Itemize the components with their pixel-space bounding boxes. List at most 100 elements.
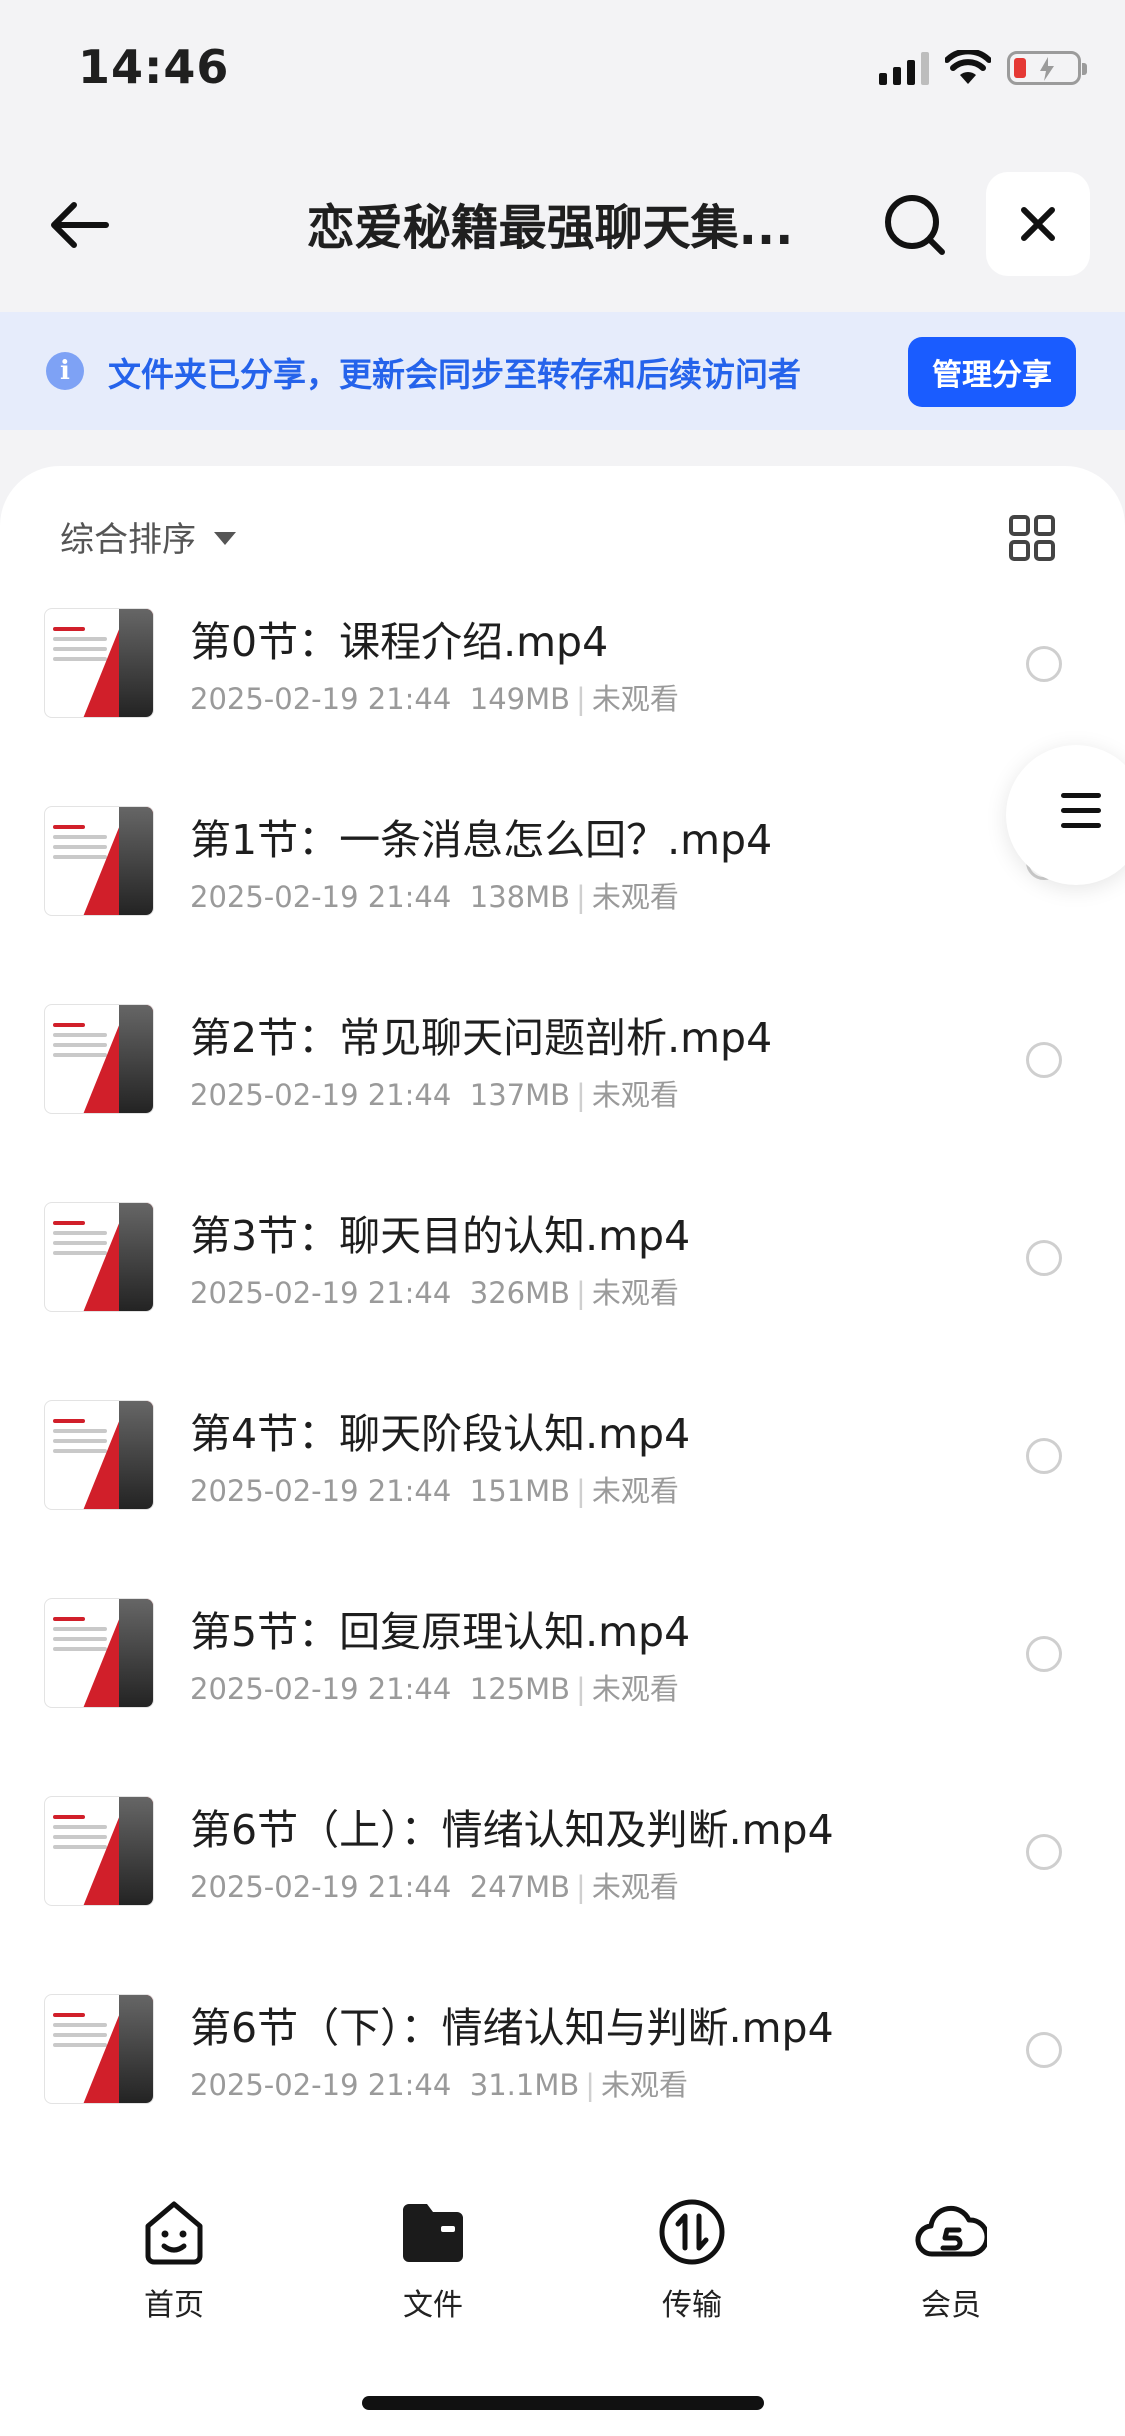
transfer-icon (659, 2199, 725, 2265)
file-meta: 2025-02-19 21:44 137MB | 未观看 (190, 1072, 679, 1114)
file-list-item[interactable]: 第5节：回复原理认知.mp4 2025-02-19 21:44 125MB | 未观看 (0, 1598, 1125, 1796)
file-meta: 2025-02-19 21:44 326MB | 未观看 (190, 1270, 679, 1312)
search-icon[interactable] (882, 192, 948, 258)
file-date: 2025-02-19 21:44 (190, 682, 452, 716)
share-notice-banner: i 文件夹已分享，更新会同步至转存和后续访问者 管理分享 (0, 312, 1125, 430)
watch-status: 未观看 (591, 880, 679, 914)
share-notice-text: 文件夹已分享，更新会同步至转存和后续访问者 (108, 355, 801, 394)
watch-status: 未观看 (591, 1870, 679, 1904)
file-name: 第0节：课程介绍.mp4 (190, 618, 609, 666)
info-icon: i (46, 352, 84, 390)
tab-vip[interactable]: 会员 (871, 2196, 1031, 2324)
file-meta: 2025-02-19 21:44 149MB | 未观看 (190, 676, 679, 718)
battery-icon (1007, 51, 1087, 85)
back-arrow-icon[interactable] (44, 190, 114, 260)
file-size: 151MB (469, 1474, 571, 1508)
video-thumbnail (44, 608, 154, 718)
watch-status: 未观看 (601, 2068, 689, 2102)
watch-status: 未观看 (591, 1276, 679, 1310)
file-name: 第3节：聊天目的认知.mp4 (190, 1212, 691, 1260)
meta-divider: | (576, 682, 586, 716)
file-date: 2025-02-19 21:44 (190, 2068, 452, 2102)
file-list-item[interactable]: 第6节（上）：情绪认知及判断.mp4 2025-02-19 21:44 247MB… (0, 1796, 1125, 1994)
meta-divider: | (576, 1276, 586, 1310)
file-name: 第2节：常见聊天问题剖析.mp4 (190, 1014, 773, 1062)
status-time: 14:46 (78, 40, 230, 94)
file-size: 137MB (469, 1078, 571, 1112)
tab-transfer-label: 传输 (662, 2288, 722, 2323)
status-icons (879, 46, 1087, 90)
video-thumbnail (44, 806, 154, 916)
menu-icon (1061, 793, 1101, 838)
tab-files-label: 文件 (403, 2288, 463, 2323)
tab-home[interactable]: 首页 (94, 2196, 254, 2324)
select-checkbox[interactable] (1026, 1636, 1062, 1672)
file-size: 149MB (469, 682, 571, 716)
select-checkbox[interactable] (1026, 1438, 1062, 1474)
file-list-item[interactable]: 第1节：一条消息怎么回？.mp4 2025-02-19 21:44 138MB | 未… (0, 806, 1125, 1004)
select-checkbox[interactable] (1026, 1042, 1062, 1078)
file-size: 138MB (469, 880, 571, 914)
caret-down-icon (214, 531, 236, 545)
file-date: 2025-02-19 21:44 (190, 1672, 452, 1706)
sort-label: 综合排序 (60, 519, 196, 560)
file-date: 2025-02-19 21:44 (190, 1870, 452, 1904)
select-checkbox[interactable] (1026, 2032, 1062, 2068)
video-thumbnail (44, 1796, 154, 1906)
file-size: 326MB (469, 1276, 571, 1310)
file-meta: 2025-02-19 21:44 151MB | 未观看 (190, 1468, 679, 1510)
home-indicator (362, 2396, 764, 2410)
file-list-item[interactable]: 第0节：课程介绍.mp4 2025-02-19 21:44 149MB | 未观看 (0, 608, 1125, 806)
meta-divider: | (576, 1870, 586, 1904)
close-button[interactable] (986, 172, 1090, 276)
select-checkbox[interactable] (1026, 1240, 1062, 1276)
file-list-card: 综合排序 第0节：课程介绍.mp4 2025-02-19 21:44 149MB |… (0, 466, 1125, 2166)
file-size: 125MB (469, 1672, 571, 1706)
smile-face-icon (145, 2201, 203, 2265)
select-checkbox[interactable] (1026, 646, 1062, 682)
cloud-vip-icon (915, 2205, 990, 2257)
file-meta: 2025-02-19 21:44 247MB | 未观看 (190, 1864, 679, 1906)
file-list: 第0节：课程介绍.mp4 2025-02-19 21:44 149MB | 未观看 第1… (0, 608, 1125, 2192)
grid-view-icon[interactable] (1008, 514, 1056, 562)
page-title: 恋爱秘籍最强聊天集... (306, 200, 794, 256)
file-date: 2025-02-19 21:44 (190, 1474, 452, 1508)
file-size: 247MB (469, 1870, 571, 1904)
file-list-item[interactable]: 第2节：常见聊天问题剖析.mp4 2025-02-19 21:44 137MB | 未… (0, 1004, 1125, 1202)
meta-divider: | (576, 1672, 586, 1706)
tab-files[interactable]: 文件 (353, 2196, 513, 2324)
meta-divider: | (576, 880, 586, 914)
meta-divider: | (585, 2068, 596, 2102)
file-list-item[interactable]: 第6节（下）：情绪认知与判断.mp4 2025-02-19 21:44 31.1M… (0, 1994, 1125, 2192)
tab-vip-label: 会员 (921, 2288, 981, 2323)
bottom-tab-bar: 首页 文件 传输 会员 (0, 2166, 1125, 2436)
watch-status: 未观看 (591, 682, 679, 716)
file-date: 2025-02-19 21:44 (190, 880, 452, 914)
watch-status: 未观看 (591, 1078, 679, 1112)
file-name: 第6节（上）：情绪认知及判断.mp4 (190, 1806, 834, 1854)
meta-divider: | (576, 1474, 586, 1508)
watch-status: 未观看 (591, 1672, 679, 1706)
video-thumbnail (44, 1598, 154, 1708)
file-list-item[interactable]: 第4节：聊天阶段认知.mp4 2025-02-19 21:44 151MB | 未观看 (0, 1400, 1125, 1598)
file-meta: 2025-02-19 21:44 125MB | 未观看 (190, 1666, 679, 1708)
select-checkbox[interactable] (1026, 1834, 1062, 1870)
file-name: 第1节：一条消息怎么回？.mp4 (190, 816, 773, 864)
file-name: 第4节：聊天阶段认知.mp4 (190, 1410, 691, 1458)
file-date: 2025-02-19 21:44 (190, 1276, 452, 1310)
sort-dropdown[interactable]: 综合排序 (60, 508, 236, 564)
file-meta: 2025-02-19 21:44 31.1MB | 未观看 (190, 2062, 688, 2104)
folder-icon (403, 2204, 463, 2262)
status-bar: 14:46 (0, 0, 1125, 140)
tab-transfer[interactable]: 传输 (612, 2196, 772, 2324)
wifi-icon (945, 50, 991, 84)
file-name: 第6节（下）：情绪认知与判断.mp4 (190, 2004, 834, 2052)
file-meta: 2025-02-19 21:44 138MB | 未观看 (190, 874, 679, 916)
video-thumbnail (44, 1004, 154, 1114)
cellular-signal-icon (879, 51, 929, 85)
file-list-item[interactable]: 第3节：聊天目的认知.mp4 2025-02-19 21:44 326MB | 未观看 (0, 1202, 1125, 1400)
file-date: 2025-02-19 21:44 (190, 1078, 452, 1112)
tab-home-label: 首页 (144, 2288, 204, 2323)
manage-share-button[interactable]: 管理分享 (908, 337, 1076, 407)
video-thumbnail (44, 1994, 154, 2104)
